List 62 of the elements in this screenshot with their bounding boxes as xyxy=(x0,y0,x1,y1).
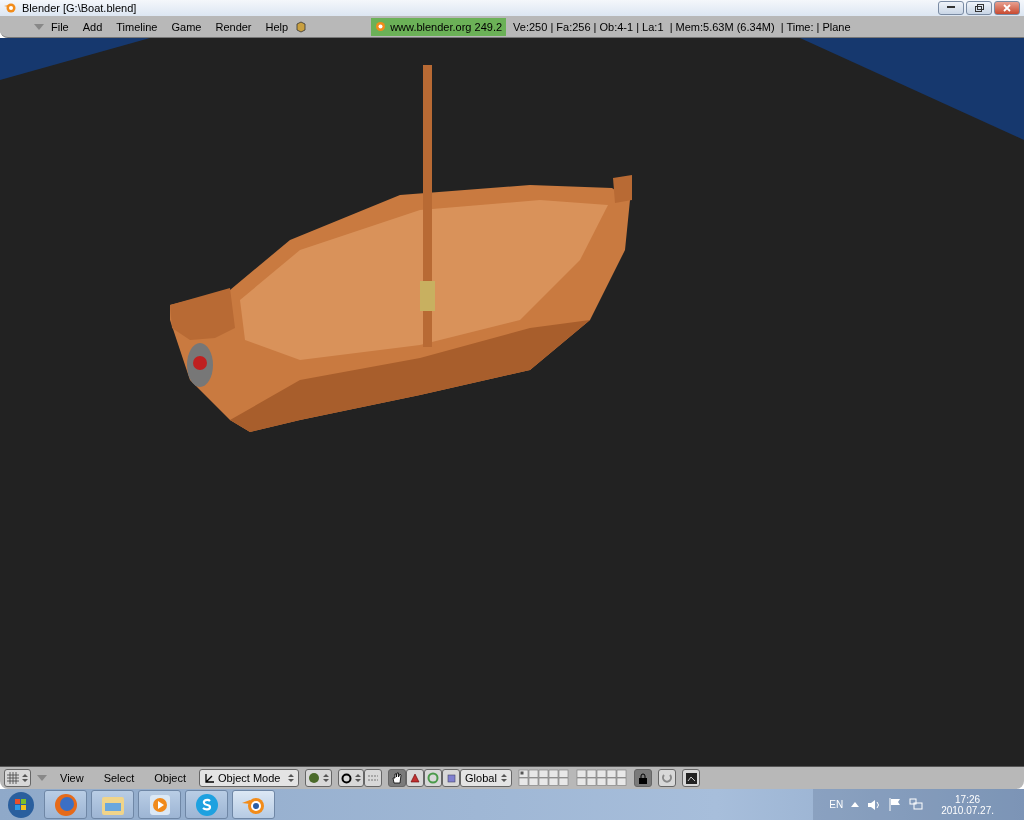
up-arrow-icon[interactable] xyxy=(851,802,860,807)
minimize-button[interactable] xyxy=(938,0,964,15)
play-icon xyxy=(148,793,171,816)
close-button[interactable] xyxy=(994,0,1020,15)
magnet-button[interactable] xyxy=(658,769,677,788)
grid-icon xyxy=(7,772,19,785)
globe-icon xyxy=(53,792,78,817)
manipulator-button[interactable] xyxy=(388,769,407,788)
square-icon xyxy=(446,773,456,783)
chat-s-icon xyxy=(194,792,219,817)
menu-item[interactable]: View xyxy=(53,768,91,789)
menu-item[interactable]: Help xyxy=(258,16,296,37)
pivot-button[interactable] xyxy=(338,769,365,788)
orientation-dropdown[interactable]: Global xyxy=(460,769,513,788)
editor-type-button[interactable] xyxy=(4,769,31,788)
ring-icon xyxy=(427,772,440,785)
sphere-icon xyxy=(308,772,321,785)
lock-icon xyxy=(638,772,649,784)
menu-item[interactable]: Add xyxy=(75,16,110,37)
minimize-icon xyxy=(947,6,955,10)
draw-type-button[interactable] xyxy=(305,769,333,788)
menu-item[interactable]: File xyxy=(44,16,76,37)
layer-grid-icon[interactable] xyxy=(576,769,629,788)
render-button[interactable] xyxy=(682,769,701,788)
cube-icon[interactable] xyxy=(295,20,308,33)
triangle-icon xyxy=(410,773,421,784)
menu-item[interactable]: Select xyxy=(96,768,142,789)
menu-item[interactable]: Game xyxy=(164,16,209,37)
network-icon[interactable] xyxy=(909,798,924,811)
blender-logo-icon xyxy=(375,21,387,33)
menu-item[interactable]: Render xyxy=(208,16,259,37)
lock-button[interactable] xyxy=(634,769,653,788)
taskbar-app-button[interactable] xyxy=(44,790,87,819)
windows-logo-icon xyxy=(7,790,35,819)
dots-button[interactable] xyxy=(364,769,383,788)
layer-grid-icon[interactable] xyxy=(518,769,571,788)
flag-icon[interactable] xyxy=(889,798,902,811)
updown-arrow-icon xyxy=(22,773,28,784)
version-text: www.blender.org 249.2 xyxy=(390,20,503,33)
updown-arrow-icon xyxy=(323,773,330,784)
mode-dropdown[interactable]: Object Mode xyxy=(199,769,300,788)
axis-icon xyxy=(204,772,216,784)
maximize-button[interactable] xyxy=(966,0,992,15)
window-title: Blender [G:\Boat.blend] xyxy=(22,1,138,14)
speaker-icon[interactable] xyxy=(867,798,882,811)
restore-icon xyxy=(974,3,984,12)
taskbar-app-button[interactable] xyxy=(91,790,134,819)
menu-item[interactable]: Timeline xyxy=(109,16,165,37)
close-icon xyxy=(1003,3,1011,12)
updown-arrow-icon xyxy=(288,773,295,784)
dots-icon xyxy=(367,774,380,783)
menu-item[interactable]: Object xyxy=(147,768,194,789)
blender-logo-icon xyxy=(4,1,16,14)
hand-icon xyxy=(391,772,404,785)
picture-icon xyxy=(685,772,697,784)
updown-arrow-icon xyxy=(501,773,508,784)
scene-stats: Ve:250 | Fa:256 | Ob:4-1 | La:1 | Mem:5.63M (6.34M) | Time: | Plane xyxy=(513,20,851,33)
taskbar-app-button[interactable] xyxy=(185,790,228,819)
taskbar-app-button[interactable] xyxy=(232,790,275,819)
pivot-icon xyxy=(341,772,353,784)
taskbar-app-button[interactable] xyxy=(138,790,181,819)
updown-arrow-icon xyxy=(355,773,362,784)
